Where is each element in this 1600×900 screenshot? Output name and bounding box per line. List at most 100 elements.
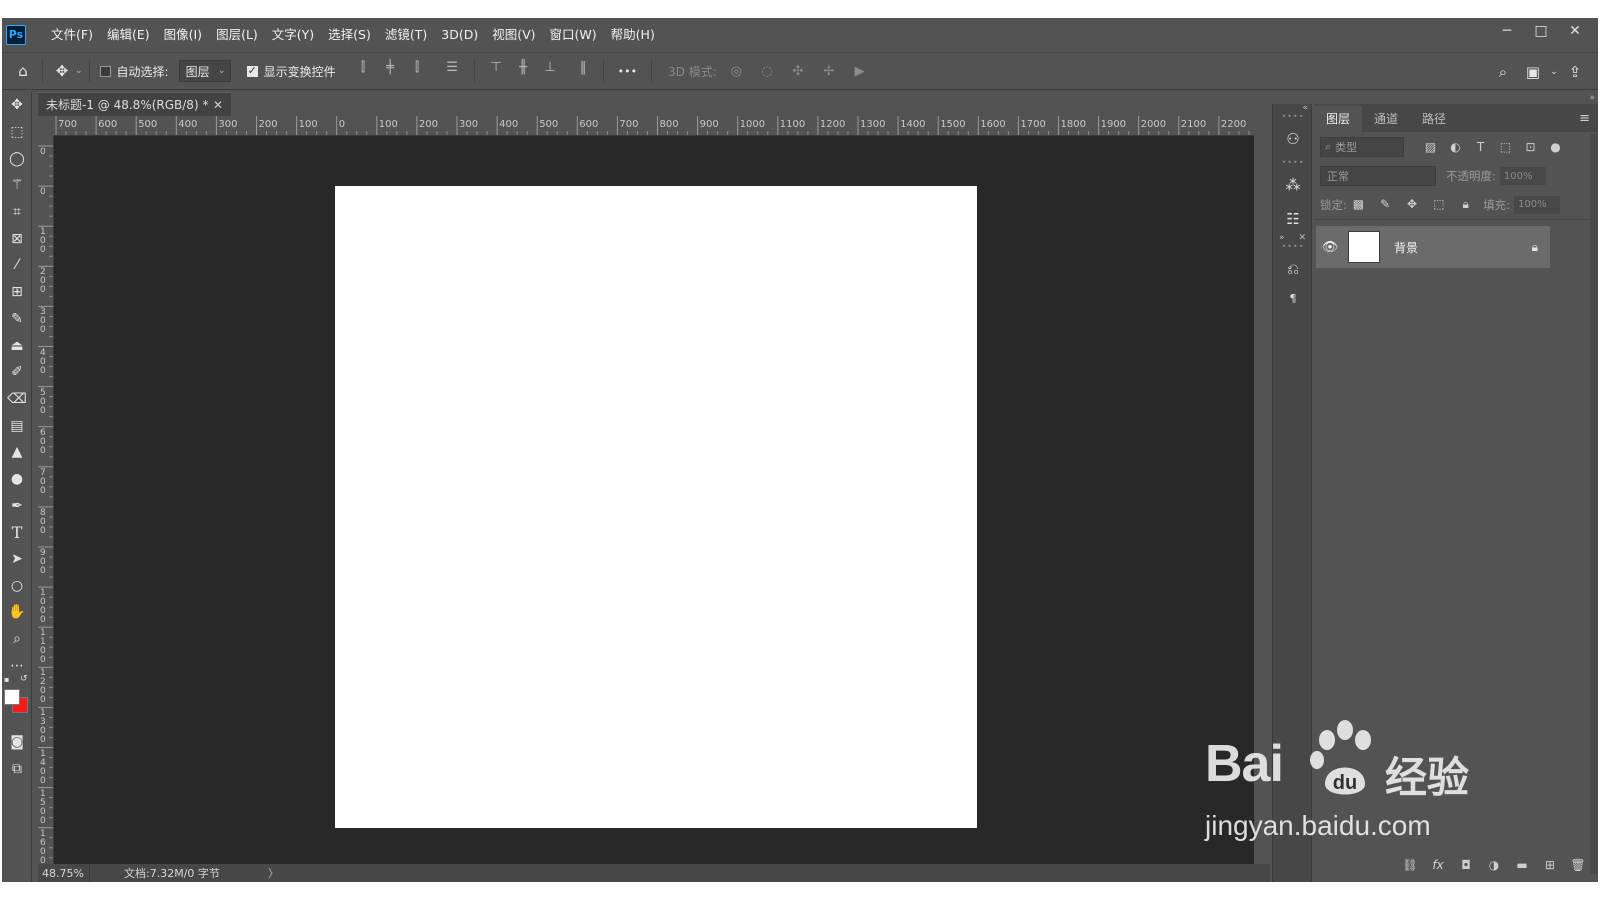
shape-filter-icon[interactable]: ⬚ — [1493, 140, 1518, 154]
align-top-icon[interactable]: ⊤ — [483, 60, 510, 82]
close-tab-icon[interactable]: ✕ — [213, 98, 223, 112]
foreground-color-swatch[interactable] — [4, 689, 20, 706]
document-canvas[interactable] — [335, 186, 977, 828]
magic-wand-tool-icon[interactable]: ⚚ — [2, 172, 32, 199]
menu-view[interactable]: 视图(V) — [485, 18, 542, 51]
gradient-tool-icon[interactable]: ▤ — [2, 412, 32, 439]
type-tool-icon[interactable]: T — [2, 519, 32, 546]
lock-position-icon[interactable]: ✥ — [1401, 197, 1424, 211]
align-bottom-icon[interactable]: ⊥ — [537, 60, 564, 82]
layer-filter-dropdown[interactable]: ⌕ 类型 — [1320, 137, 1404, 157]
menu-select[interactable]: 选择(S) — [321, 18, 378, 51]
menu-edit[interactable]: 编辑(E) — [100, 18, 157, 51]
roll-3d-icon[interactable]: ◌ — [754, 64, 781, 79]
chevron-down-icon[interactable]: ⌄ — [75, 66, 83, 76]
brush-tool-icon[interactable]: ✎ — [2, 306, 32, 333]
adjustment-layer-icon[interactable]: ◑ — [1480, 858, 1508, 872]
chevron-down-icon[interactable]: ⌄ — [1548, 67, 1560, 77]
path-selection-tool-icon[interactable]: ➤ — [2, 546, 32, 573]
maximize-button[interactable]: □ — [1524, 23, 1558, 39]
clone-stamp-tool-icon[interactable]: ⏏ — [2, 332, 32, 359]
zoom-level[interactable]: 48.75% — [38, 864, 90, 882]
dock-grip[interactable]: •••• — [1273, 158, 1313, 167]
move-tool-icon[interactable]: ✥ — [2, 92, 32, 119]
horizontal-ruler[interactable]: 700 600 500 400 300 200 100 0 100 200 300 400 500 600… — [54, 116, 1254, 136]
new-group-icon[interactable]: ▬ — [1508, 858, 1536, 872]
fill-input[interactable]: 100% — [1514, 195, 1561, 214]
history-panel-icon[interactable]: ⎌ — [1273, 250, 1313, 288]
vertical-ruler[interactable]: 0 0 100 200 300 400 500 600 700 800 900 1000 1100 120… — [38, 136, 54, 864]
zoom-tool-icon[interactable]: ⌕ — [2, 626, 32, 653]
panel-scrollbar[interactable] — [1590, 134, 1598, 874]
history-brush-tool-icon[interactable]: ✐ — [2, 359, 32, 386]
more-options-button[interactable]: ••• — [618, 65, 637, 78]
document-tab[interactable]: 未标题-1 @ 48.8%(RGB/8) * ✕ — [38, 92, 231, 116]
show-transform-checkbox[interactable] — [246, 64, 258, 77]
filter-toggle-icon[interactable]: ● — [1543, 140, 1568, 154]
menu-image[interactable]: 图像(I) — [157, 18, 209, 51]
align-hcenter-icon[interactable]: ╪ — [377, 60, 404, 82]
brushes-panel-icon[interactable]: ⁂ — [1273, 166, 1313, 204]
align-left-icon[interactable]: ⫿ — [350, 60, 377, 82]
menu-3d[interactable]: 3D(D) — [434, 18, 485, 51]
distribute-horizontal-icon[interactable]: ☰ — [439, 60, 466, 82]
tab-layers[interactable]: 图层 — [1314, 106, 1363, 132]
menu-window[interactable]: 窗口(W) — [543, 18, 604, 51]
pan-3d-icon[interactable]: ✣ — [784, 64, 811, 79]
auto-select-toggle[interactable]: 自动选择: — [99, 63, 169, 80]
link-layers-icon[interactable]: ⛓ — [1396, 858, 1424, 872]
new-layer-icon[interactable]: ⊞ — [1536, 858, 1564, 872]
paragraph-panel-icon[interactable]: ¶ — [1273, 288, 1313, 308]
search-icon[interactable]: ⌕ — [1488, 63, 1518, 81]
align-right-icon[interactable]: ⫿ — [404, 60, 431, 82]
ellipse-tool-icon[interactable]: ○ — [2, 572, 32, 599]
camera-3d-icon[interactable]: ▶ — [846, 64, 873, 79]
menu-file[interactable]: 文件(F) — [44, 18, 100, 51]
crop-tool-icon[interactable]: ⌗ — [2, 199, 32, 226]
trash-icon[interactable]: 🗑︎ — [1564, 858, 1592, 872]
menu-filter[interactable]: 滤镜(T) — [378, 18, 434, 51]
eye-icon[interactable]: 👁︎ — [1316, 240, 1344, 255]
default-colors-icon[interactable]: ▪ — [4, 675, 9, 684]
move-tool-icon[interactable]: ✥ — [49, 58, 75, 84]
eyedropper-tool-icon[interactable]: ⁄ — [2, 252, 32, 279]
screen-mode-icon[interactable]: ⧉ — [2, 756, 32, 783]
quick-mask-icon[interactable]: ◙ — [2, 729, 32, 756]
lock-transparent-icon[interactable]: ▩ — [1347, 197, 1370, 211]
lock-artboard-icon[interactable]: ⬚ — [1427, 197, 1450, 211]
dock-grip[interactable]: •••• — [1273, 242, 1313, 251]
dodge-tool-icon[interactable]: ● — [2, 466, 32, 493]
opacity-input[interactable]: 100% — [1499, 167, 1546, 185]
canvas-workspace[interactable] — [54, 136, 1254, 864]
type-filter-icon[interactable]: T — [1468, 140, 1493, 154]
distribute-vertical-icon[interactable]: ‖ — [570, 60, 597, 82]
lock-icon[interactable]: 🔒︎ — [1532, 240, 1538, 255]
adjustments-panel-icon[interactable]: ☷ — [1273, 204, 1313, 234]
slide-3d-icon[interactable]: ✢ — [815, 64, 842, 79]
auto-select-target-dropdown[interactable]: 图层 ⌄ — [178, 60, 231, 82]
lock-all-icon[interactable]: 🔒︎ — [1454, 197, 1477, 212]
blend-mode-dropdown[interactable]: 正常 — [1320, 166, 1436, 186]
menu-type[interactable]: 文字(Y) — [265, 18, 321, 51]
pen-tool-icon[interactable]: ✒ — [2, 492, 32, 519]
tab-channels[interactable]: 通道 — [1362, 106, 1410, 132]
align-vcenter-icon[interactable]: ╫ — [510, 60, 537, 82]
panel-collapse-arrows[interactable]: » — [1589, 93, 1596, 103]
home-icon[interactable]: ⌂ — [10, 58, 36, 84]
orbit-3d-icon[interactable]: ◎ — [723, 64, 750, 79]
add-mask-icon[interactable]: ◘ — [1452, 858, 1480, 872]
frame-tool-icon[interactable]: ⊠ — [2, 225, 32, 252]
healing-brush-tool-icon[interactable]: ⊞ — [2, 279, 32, 306]
lasso-tool-icon[interactable]: ◯ — [2, 145, 32, 172]
tab-paths[interactable]: 路径 — [1410, 106, 1458, 132]
share-icon[interactable]: ⇪ — [1560, 63, 1590, 81]
close-button[interactable]: ✕ — [1558, 23, 1592, 39]
workspace-icon[interactable]: ▣ — [1518, 63, 1548, 81]
swap-colors-icon[interactable]: ↺ — [20, 674, 28, 684]
adjustment-filter-icon[interactable]: ◐ — [1443, 140, 1468, 154]
status-menu-arrow[interactable]: 〉 — [268, 865, 279, 881]
lock-image-icon[interactable]: ✎ — [1374, 197, 1397, 211]
layer-name[interactable]: 背景 — [1394, 239, 1418, 256]
menu-layer[interactable]: 图层(L) — [209, 18, 265, 51]
smart-object-filter-icon[interactable]: ⊡ — [1518, 140, 1543, 154]
